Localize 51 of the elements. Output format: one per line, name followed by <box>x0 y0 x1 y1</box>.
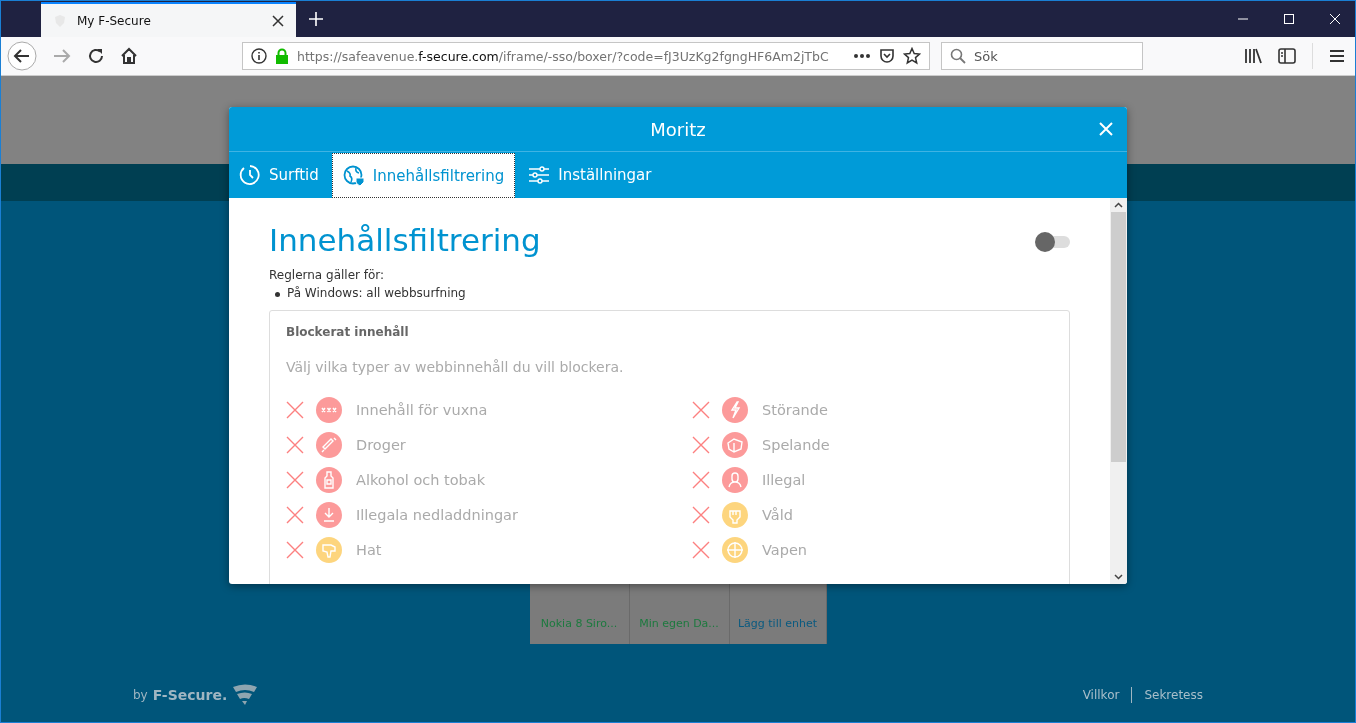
sidebar-icon[interactable] <box>1278 48 1296 64</box>
category-label: Illegala nedladdningar <box>356 507 518 523</box>
url-text: https://safeavenue.f-secure.com/iframe/-sso/boxer/?code=fJ3UzKg2fgngHF6Am2jTbC <box>297 48 830 64</box>
footer-link[interactable]: Villkor <box>1082 688 1120 702</box>
category-label: Illegal <box>762 472 806 488</box>
device-card[interactable]: Lägg till enhet <box>729 582 827 644</box>
menu-icon[interactable] <box>1329 49 1345 63</box>
footer-link[interactable]: Sekretess <box>1144 688 1203 702</box>
search-field[interactable]: Sök <box>941 42 1143 70</box>
close-icon[interactable] <box>272 14 284 27</box>
category-label: Droger <box>356 437 406 453</box>
panel-title: Blockerat innehåll <box>286 325 410 339</box>
brand-by: by <box>133 688 148 702</box>
scroll-down-icon[interactable] <box>1114 574 1123 580</box>
new-tab-icon[interactable] <box>309 12 323 26</box>
tab-title: My F-Secure <box>77 13 152 28</box>
sliders-icon <box>528 166 551 184</box>
scrollbar[interactable] <box>1110 198 1127 584</box>
dialog-tab[interactable]: Innehållsfiltrering <box>331 153 516 198</box>
category-label: Spelande <box>762 437 830 453</box>
category-label: Vapen <box>762 542 807 558</box>
library-icon[interactable] <box>1244 48 1262 64</box>
category-label: Hat <box>356 542 382 558</box>
rules-label: Reglerna gäller för: <box>269 268 386 282</box>
category-label: Alkohol och tobak <box>356 472 486 488</box>
category-label: Våld <box>762 507 793 523</box>
reload-icon[interactable] <box>87 47 105 65</box>
category-label: Störande <box>762 402 828 418</box>
address-bar[interactable]: https://safeavenue.f-secure.com/iframe/-sso/boxer/?code=fJ3UzKg2fgngHF6Am2jTbC <box>242 42 930 70</box>
dialog-tab[interactable]: Inställningar <box>518 152 662 198</box>
pocket-icon[interactable] <box>879 48 895 64</box>
category-label: Innehåll för vuxna <box>356 402 488 418</box>
browser-tab[interactable]: My F-Secure <box>41 2 296 37</box>
back-icon[interactable] <box>7 41 37 71</box>
dialog-title: Moritz <box>650 118 706 140</box>
maximize-icon[interactable] <box>1283 13 1295 25</box>
rule-item: På Windows: all webbsurfning <box>269 286 1070 300</box>
page-heading: Innehållsfiltrering <box>269 222 541 258</box>
dialog-tab[interactable]: Surftid <box>229 152 329 198</box>
panel-hint: Välj vilka typer av webbinnehåll du vill blockera. <box>286 359 625 375</box>
home-icon[interactable] <box>120 47 138 65</box>
search-icon <box>950 48 966 64</box>
lock-icon <box>275 48 289 64</box>
brand-name: F-Secure. <box>152 687 228 703</box>
star-icon[interactable] <box>903 47 921 65</box>
scroll-up-icon[interactable] <box>1114 202 1123 208</box>
logo-icon <box>232 684 259 706</box>
more-icon[interactable] <box>853 53 871 59</box>
clock-icon <box>239 164 261 186</box>
info-icon <box>251 48 267 64</box>
globe-icon <box>342 164 365 187</box>
